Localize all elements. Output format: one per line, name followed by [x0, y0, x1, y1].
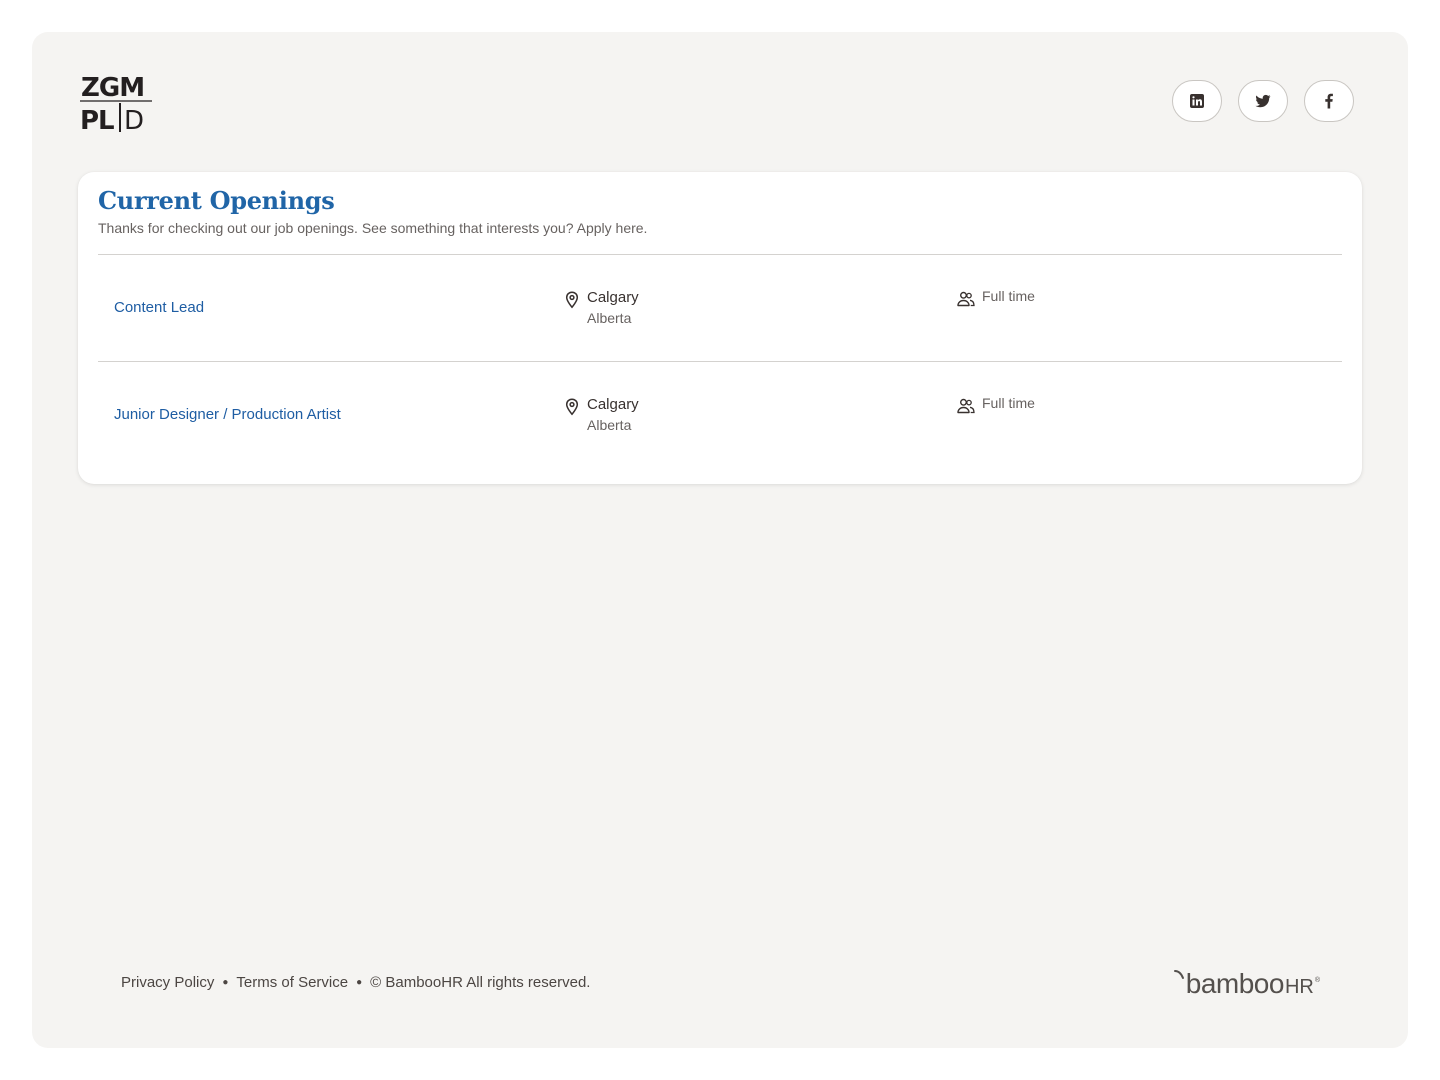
- job-link-content-lead[interactable]: Content Lead: [114, 299, 204, 316]
- job-location-city: Calgary: [587, 289, 639, 306]
- job-row: Content Lead Calgary Alberta Full time: [98, 255, 1342, 361]
- svg-text:D: D: [124, 106, 144, 132]
- bamboohr-logo[interactable]: bamboo HR ®: [1173, 968, 1320, 999]
- brand-registered: ®: [1314, 977, 1320, 984]
- svg-text:ZGM: ZGM: [81, 73, 144, 103]
- bamboo-leaf-icon: [1173, 970, 1184, 979]
- people-icon: [957, 291, 975, 307]
- twitter-icon: [1255, 94, 1271, 108]
- social-links: [1172, 80, 1354, 122]
- facebook-button[interactable]: [1304, 80, 1354, 122]
- people-icon: [957, 398, 975, 414]
- footer: Privacy Policy ● Terms of Service ● © Ba…: [121, 974, 590, 991]
- job-row: Junior Designer / Production Artist Calg…: [98, 362, 1342, 468]
- job-location-city: Calgary: [587, 396, 639, 413]
- brand-hr: HR: [1284, 976, 1314, 998]
- brand-name: bamboo: [1185, 968, 1285, 999]
- page-subtitle: Thanks for checking out our job openings…: [98, 220, 648, 236]
- page-title: Current Openings: [98, 186, 335, 215]
- location-pin-icon: [565, 291, 579, 309]
- job-location-region: Alberta: [587, 417, 632, 433]
- job-openings-card: Current Openings Thanks for checking out…: [78, 172, 1362, 484]
- copyright-text: © BambooHR All rights reserved.: [370, 974, 591, 991]
- separator-dot: ●: [222, 977, 229, 988]
- job-location-region: Alberta: [587, 310, 632, 326]
- terms-of-service-link[interactable]: Terms of Service: [236, 974, 348, 991]
- job-link-junior-designer[interactable]: Junior Designer / Production Artist: [114, 406, 341, 423]
- twitter-button[interactable]: [1238, 80, 1288, 122]
- separator-dot: ●: [356, 977, 363, 988]
- page-frame: ZGM PL D Current Openings Thanks for che…: [32, 32, 1408, 1048]
- linkedin-button[interactable]: [1172, 80, 1222, 122]
- zgm-pld-logo[interactable]: ZGM PL D: [80, 72, 152, 132]
- job-type-label: Full time: [982, 395, 1035, 411]
- facebook-icon: [1325, 93, 1333, 109]
- job-type-label: Full time: [982, 288, 1035, 304]
- linkedin-icon: [1190, 94, 1204, 108]
- privacy-policy-link[interactable]: Privacy Policy: [121, 974, 214, 991]
- location-pin-icon: [565, 398, 579, 416]
- svg-text:PL: PL: [80, 106, 114, 132]
